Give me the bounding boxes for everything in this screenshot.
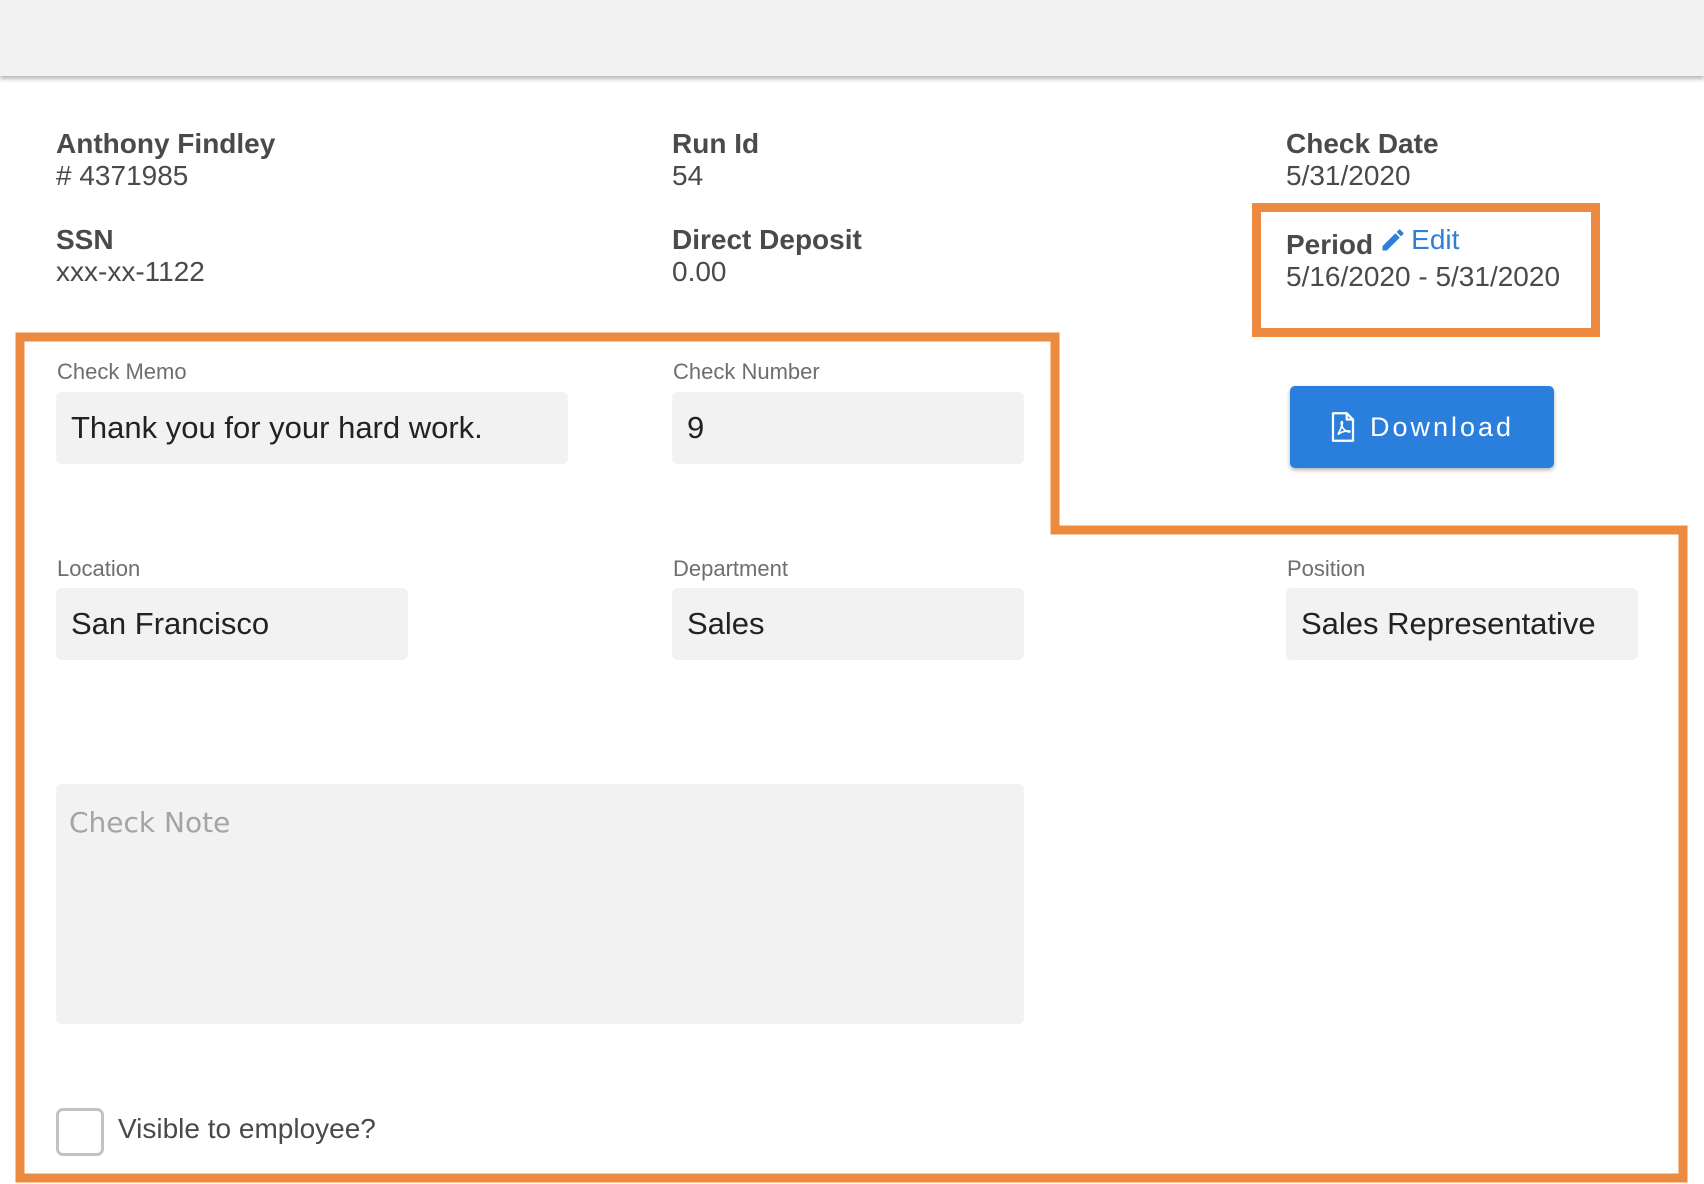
direct-deposit-info: Direct Deposit 0.00 — [672, 224, 862, 288]
run-id-label: Run Id — [672, 128, 760, 159]
employee-info: Anthony Findley # 4371985 — [56, 128, 275, 192]
check-number-input[interactable]: 9 — [672, 392, 1024, 464]
check-date-value: 5/31/2020 — [1286, 160, 1411, 191]
position-label: Position — [1287, 556, 1366, 581]
run-id-info: Run Id 54 — [672, 128, 759, 192]
visible-to-employee-label: Visible to employee? — [118, 1113, 376, 1144]
check-date-label: Check Date — [1286, 128, 1439, 159]
check-memo-input[interactable]: Thank you for your hard work. — [56, 392, 568, 464]
period-value: 5/16/2020 - 5/31/2020 — [1286, 261, 1561, 292]
run-id-value: 54 — [672, 160, 704, 191]
period-edit-link[interactable]: Edit — [1379, 224, 1459, 256]
period-heading: Period Edit — [1286, 224, 1560, 261]
period-label: Period — [1286, 229, 1374, 260]
pencil-icon — [1382, 229, 1404, 251]
direct-deposit-label: Direct Deposit — [672, 224, 862, 255]
download-button[interactable]: Download — [1290, 386, 1554, 468]
period-info: Period Edit 5/16/2020 - 5/31/2020 — [1286, 224, 1560, 293]
period-edit-label: Edit — [1411, 224, 1460, 255]
visible-to-employee-checkbox[interactable] — [56, 1108, 104, 1156]
check-note-placeholder: Check Note — [69, 806, 231, 839]
check-note-textarea[interactable]: Check Note — [56, 784, 1024, 1024]
location-input[interactable]: San Francisco — [56, 588, 408, 660]
top-bar — [0, 0, 1704, 76]
check-number-label: Check Number — [673, 359, 820, 384]
direct-deposit-value: 0.00 — [672, 256, 727, 287]
check-date-info: Check Date 5/31/2020 — [1286, 128, 1439, 192]
department-input[interactable]: Sales — [672, 588, 1024, 660]
pdf-file-icon — [1331, 412, 1355, 442]
ssn-label: SSN — [56, 224, 114, 255]
employee-name: Anthony Findley — [56, 128, 276, 159]
position-input[interactable]: Sales Representative — [1286, 588, 1638, 660]
download-label: Download — [1369, 411, 1515, 442]
employee-number: # 4371985 — [56, 160, 189, 191]
ssn-info: SSN xxx-xx-1122 — [56, 224, 205, 288]
check-memo-label: Check Memo — [57, 359, 187, 384]
department-label: Department — [673, 556, 788, 581]
location-label: Location — [57, 556, 141, 581]
ssn-value: xxx-xx-1122 — [56, 256, 205, 287]
